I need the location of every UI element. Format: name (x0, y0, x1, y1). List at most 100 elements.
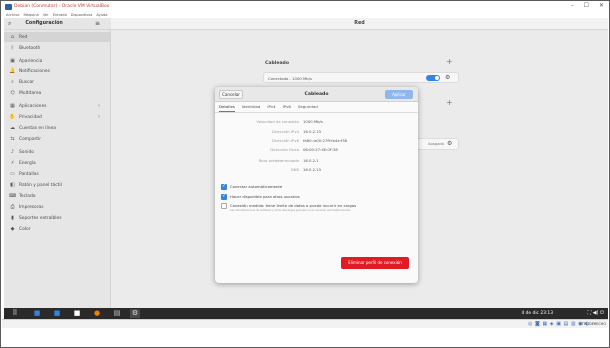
sidebar-item-13[interactable]: ◧ Ratón y panel táctil (4, 180, 111, 190)
settings-title: Configuración (25, 21, 63, 26)
sidebar-item-7[interactable]: ✋ Privacidad › (4, 112, 111, 122)
firefox-icon[interactable]: ● (92, 309, 102, 318)
sidebar-item-5[interactable]: ⌬ Multitarea (4, 88, 111, 98)
minimize-button[interactable]: – (571, 2, 574, 9)
menu-entrada[interactable]: Entrada (53, 13, 67, 17)
sidebar-item-2[interactable]: ▣ Apariencia (4, 56, 111, 66)
apps-grid-icon[interactable]: ⠿ (10, 309, 20, 318)
detail-value: 1000 Mb/s (303, 119, 323, 124)
detail-value: 08:00:27:4E:0F:38 (303, 147, 338, 152)
add-vpn-plus-icon[interactable]: + (446, 98, 453, 107)
close-button[interactable]: ✕ (599, 2, 604, 9)
sidebar-item-icon: ⌬ (10, 90, 15, 96)
sidebar-item-label: Pantallas (19, 171, 39, 177)
add-wired-plus-icon[interactable]: + (446, 57, 453, 66)
tab-ipv4[interactable]: IPv4 (267, 104, 275, 112)
chevron-right-icon: › (98, 103, 100, 109)
sidebar-item-label: Cuentas en línea (19, 125, 56, 131)
clock[interactable]: 4 de dic 23:13 (521, 308, 553, 319)
menu-maquina[interactable]: Máquina (23, 13, 38, 17)
menu-ver[interactable]: Ver (43, 13, 49, 17)
sidebar-item-label: Multitarea (19, 90, 42, 96)
sidebar-item-label: Sonido (19, 149, 34, 155)
sidebar-item-icon: ▦ (10, 103, 15, 109)
sidebar-item-label: Red (19, 34, 28, 40)
guest-taskbar: ⠿ ■ ■ ■ ● ▤ ⚙ 4 de dic 23:13 ⛶ ◀) ⏻ (4, 308, 608, 319)
metered-connection-label: Conexión medida: tiene límite de datos o… (230, 203, 357, 208)
tab-identity[interactable]: Identidad (242, 104, 260, 112)
sidebar-item-icon: ⌂ (10, 34, 15, 40)
detail-value: 16.0.2.15 (303, 129, 322, 134)
host-key-label: CTRL DERECHO (579, 322, 606, 326)
sidebar-item-icon: ᛒ (10, 45, 14, 51)
sidebar-item-icon: ♪ (10, 149, 15, 155)
taskbar-app-2-icon[interactable]: ■ (52, 309, 62, 318)
vbox-status-bar: ◎ ◙ ▦ ◈ ▣ ▤ ▥ ◉ ◍ CTRL DERECHO (2, 319, 608, 328)
metered-connection-checkbox[interactable] (221, 203, 227, 209)
sidebar-item-icon: ⇆ (10, 136, 15, 142)
proxy-settings-gear-icon[interactable]: ⚙ (447, 140, 452, 147)
sidebar-item-14[interactable]: ⌨ Teclado (4, 191, 111, 201)
sidebar-item-3[interactable]: 🔔 Notificaciones (4, 66, 111, 76)
page-header: Red (111, 18, 608, 30)
menu-archivo[interactable]: Archivo (6, 13, 19, 17)
sidebar-item-label: Color (19, 226, 31, 232)
wired-toggle[interactable] (426, 75, 440, 81)
sidebar-item-icon: ◆ (10, 226, 15, 232)
sidebar-item-12[interactable]: ▭ Pantallas (4, 169, 111, 179)
settings-app-icon[interactable]: ⚙ (130, 309, 140, 318)
tab-details[interactable]: Detalles (219, 104, 235, 112)
sidebar-item-icon: ☁ (10, 125, 15, 131)
taskbar-app-1-icon[interactable]: ■ (32, 309, 42, 318)
menu-ayuda[interactable]: Ayuda (96, 13, 107, 17)
wired-settings-gear-icon[interactable]: ⚙ (445, 74, 450, 81)
remove-profile-button[interactable]: Eliminar perfil de conexión (341, 257, 409, 269)
cancel-button[interactable]: Cancelar (219, 90, 243, 99)
sidebar-item-1[interactable]: ᛒ Bluetooth (4, 43, 111, 53)
sidebar-item-9[interactable]: ⇆ Compartir (4, 134, 111, 144)
sidebar-item-label: Aplicaciones (19, 103, 47, 109)
detail-label: DNS (290, 167, 299, 172)
page-title: Red (354, 21, 365, 26)
sidebar-item-15[interactable]: ⎙ Impresoras (4, 202, 111, 212)
maximize-button[interactable]: ☐ (584, 2, 589, 9)
apply-button[interactable]: Aplicar (385, 90, 413, 99)
sidebar-item-10[interactable]: ♪ Sonido (4, 147, 111, 157)
sidebar-item-icon: ⌨ (9, 193, 17, 199)
wired-connection-row[interactable]: Conectado - 1000 Mb/s ⚙ (263, 72, 459, 83)
detail-label: Dirección IPv4 (271, 129, 299, 134)
dialog-tabs: Detalles Identidad IPv4 IPv6 Seguridad (219, 104, 318, 112)
detail-row-mac: Dirección física 08:00:27:4E:0F:38 (215, 147, 418, 155)
sidebar-item-11[interactable]: ⚡ Energía (4, 158, 111, 168)
sidebar-item-icon: ▭ (10, 171, 15, 177)
sidebar-item-6[interactable]: ▦ Aplicaciones › (4, 101, 111, 111)
search-icon[interactable]: ⌕ (8, 20, 11, 28)
auto-connect-checkbox[interactable] (221, 183, 227, 190)
available-all-users-checkbox[interactable] (221, 193, 227, 200)
detail-label: Velocidad de conexión (256, 119, 299, 124)
sidebar-item-4[interactable]: ⌕ Buscar (4, 77, 111, 87)
available-all-users-label: Hacer disponible para otros usuarios (230, 194, 300, 199)
detail-label: Ruta predeterminada (258, 158, 299, 163)
sidebar-item-label: Ratón y panel táctil (19, 182, 62, 188)
sidebar-item-icon: ⎙ (10, 204, 15, 210)
sidebar-item-icon: ▮ (11, 215, 14, 221)
sidebar-item-16[interactable]: ▮ Soportes extraíbles (4, 213, 111, 223)
detail-row-ipv6: Dirección IPv6 fe80::a00:27ff:fe4e:f38 (215, 138, 418, 146)
window-title: Debian (Conmutar) - Oracle VM VirtualBox (14, 4, 110, 9)
dialog-header: Cableado Cancelar Aplicar (215, 87, 418, 102)
sidebar-item-17[interactable]: ◆ Color (4, 224, 111, 234)
sidebar-item-label: Compartir (19, 136, 42, 142)
sidebar-item-0[interactable]: ⌂ Red (4, 32, 111, 42)
tab-divider (215, 112, 418, 113)
wired-connection-dialog: Cableado Cancelar Aplicar Detalles Ident… (215, 87, 418, 283)
hamburger-menu-icon[interactable]: ≡ (95, 20, 100, 27)
tab-ipv6[interactable]: IPv6 (283, 104, 291, 112)
files-icon[interactable]: ▤ (112, 309, 122, 318)
menu-dispositivos[interactable]: Dispositivos (71, 13, 93, 17)
taskbar-app-3-icon[interactable]: ■ (72, 309, 82, 318)
tab-security[interactable]: Seguridad (298, 104, 318, 112)
system-tray-icons[interactable]: ⛶ ◀) ⏻ (588, 308, 604, 319)
sidebar-item-8[interactable]: ☁ Cuentas en línea (4, 123, 111, 133)
detail-row-gateway: Ruta predeterminada 16.0.2.1 (215, 158, 418, 166)
